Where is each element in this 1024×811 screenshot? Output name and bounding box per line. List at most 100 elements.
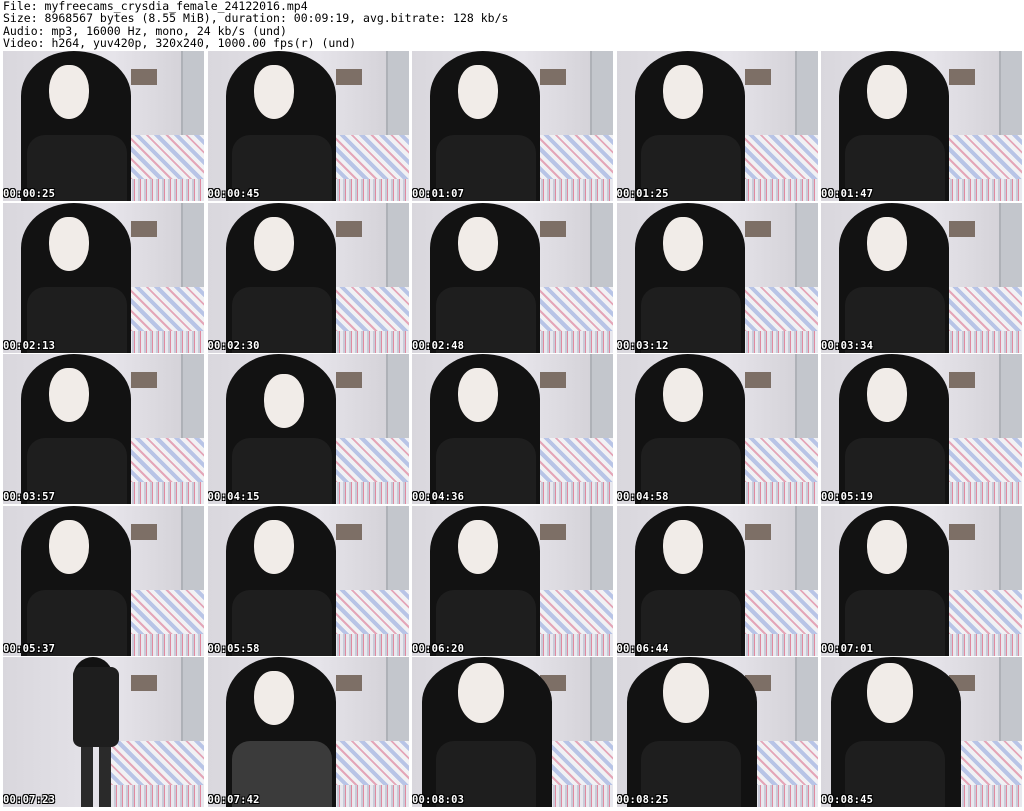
video-frame-thumbnail: 00:01:47: [821, 51, 1022, 201]
video-frame-thumbnail: 00:07:42: [207, 657, 409, 807]
video-info-line: Video: h264, yuv420p, 320x240, 1000.00 f…: [3, 35, 357, 50]
frame-timestamp: 00:03:12: [616, 339, 669, 352]
frame-timestamp: 00:07:23: [3, 794, 56, 806]
frame-scene-face: [662, 216, 703, 271]
frame-scene-body-top: [73, 667, 119, 747]
frame-scene-face: [49, 65, 89, 119]
frame-scene-face: [458, 65, 498, 119]
frame-scene-wall-poster: [335, 372, 362, 388]
file-info-header: File: myfreecams_crysdia_female_24122016…: [3, 0, 1021, 49]
frame-timestamp: 00:01:07: [412, 188, 465, 200]
frame-scene-wall-poster: [744, 69, 771, 85]
video-frame-thumbnail: 00:05:37: [3, 505, 204, 656]
frame-timestamp: 00:00:25: [3, 188, 56, 200]
frame-scene-face: [263, 374, 304, 428]
video-frame-thumbnail: 00:04:15: [207, 354, 409, 504]
frame-timestamp: 00:07:42: [207, 794, 260, 806]
frame-scene-wall-poster: [949, 523, 975, 540]
frame-scene-wall-poster: [540, 69, 566, 85]
video-frame-thumbnail: 00:04:36: [412, 354, 613, 504]
frame-scene-face: [253, 216, 294, 271]
frame-scene-wall-poster: [131, 69, 157, 85]
frame-scene-face: [867, 216, 907, 271]
frame-timestamp: 00:02:48: [412, 339, 465, 352]
frame-scene-face: [662, 65, 703, 119]
video-frame-thumbnail: 00:05:19: [821, 354, 1022, 504]
frame-timestamp: 00:01:25: [616, 188, 669, 200]
frame-scene-face: [867, 65, 907, 119]
frame-timestamp: 00:05:19: [821, 491, 874, 503]
video-frame-thumbnail: 00:00:25: [3, 51, 204, 201]
video-frame-thumbnail: 00:08:03: [412, 657, 613, 807]
video-frame-thumbnail: 00:06:44: [616, 505, 818, 656]
frame-scene-wall-poster: [744, 220, 771, 237]
frame-scene-wall-poster: [949, 372, 975, 388]
frame-timestamp: 00:07:01: [821, 642, 874, 655]
thumbnail-grid: 00:00:25 00:00:45 00:01:07 00:01:25 00:01:47…: [3, 51, 1023, 811]
frame-scene-face: [458, 216, 498, 271]
video-frame-thumbnail: 00:01:25: [616, 51, 818, 201]
video-frame-thumbnail: 00:00:45: [207, 51, 409, 201]
frame-timestamp: 00:03:57: [3, 491, 56, 503]
frame-timestamp: 00:01:47: [821, 188, 874, 200]
frame-scene-wall-poster: [335, 523, 362, 540]
frame-scene-wall-poster: [335, 220, 362, 237]
video-frame-thumbnail: 00:08:45: [821, 657, 1022, 807]
video-frame-thumbnail: 00:06:20: [412, 505, 613, 656]
frame-scene-wall-poster: [744, 523, 771, 540]
frame-scene-face: [49, 216, 89, 271]
frame-timestamp: 00:02:30: [207, 339, 260, 352]
frame-scene-wall-poster: [949, 220, 975, 237]
frame-scene-face: [458, 519, 498, 574]
frame-timestamp: 00:08:45: [821, 794, 874, 806]
frame-timestamp: 00:05:58: [207, 642, 260, 655]
frame-scene-face: [253, 65, 294, 119]
video-frame-thumbnail: 00:03:34: [821, 202, 1022, 353]
frame-scene-face: [458, 663, 504, 723]
frame-timestamp: 00:08:25: [616, 794, 669, 806]
frame-timestamp: 00:04:15: [207, 491, 260, 503]
frame-scene-face: [662, 663, 709, 723]
video-frame-thumbnail: 00:03:12: [616, 202, 818, 353]
frame-timestamp: 00:04:36: [412, 491, 465, 503]
frame-scene-face: [867, 663, 913, 723]
frame-scene-bed: [99, 741, 204, 785]
frame-timestamp: 00:05:37: [3, 642, 56, 655]
frame-scene-wall-poster: [335, 69, 362, 85]
frame-scene-wall-poster: [131, 523, 157, 540]
frame-scene-bed-skirt: [99, 785, 204, 807]
frame-scene-face: [867, 368, 907, 422]
frame-scene-wall-poster: [131, 372, 157, 388]
frame-scene-wall-poster: [540, 372, 566, 388]
frame-scene-wall-poster: [540, 220, 566, 237]
frame-scene-face: [49, 368, 89, 422]
frame-scene-wall-poster: [131, 220, 157, 237]
file-size-line: Size: 8968567 bytes (8.55 MiB), duration…: [3, 11, 509, 26]
frame-timestamp: 00:03:34: [821, 339, 874, 352]
frame-timestamp: 00:06:20: [412, 642, 465, 655]
frame-scene-face: [662, 368, 703, 422]
frame-scene-face: [867, 519, 907, 574]
video-frame-thumbnail: 00:02:48: [412, 202, 613, 353]
frame-scene-wall-poster: [335, 675, 362, 691]
video-frame-thumbnail: 00:01:07: [412, 51, 613, 201]
frame-scene-face: [253, 519, 294, 574]
video-frame-thumbnail: 00:04:58: [616, 354, 818, 504]
video-frame-thumbnail: 00:02:30: [207, 202, 409, 353]
frame-timestamp: 00:02:13: [3, 339, 56, 352]
frame-scene-face: [458, 368, 498, 422]
video-frame-thumbnail: 00:07:01: [821, 505, 1022, 656]
frame-scene-wall-poster: [131, 675, 157, 691]
video-frame-thumbnail: 00:07:23: [3, 657, 204, 807]
frame-scene-wall-poster: [540, 523, 566, 540]
frame-scene-legs: [81, 747, 111, 807]
video-frame-thumbnail: 00:08:25: [616, 657, 818, 807]
video-frame-thumbnail: 00:02:13: [3, 202, 204, 353]
frame-timestamp: 00:04:58: [616, 491, 669, 503]
frame-scene-wall-poster: [744, 372, 771, 388]
frame-scene-face: [662, 519, 703, 574]
frame-scene-wall-poster: [949, 69, 975, 85]
frame-timestamp: 00:06:44: [616, 642, 669, 655]
frame-scene-face: [49, 519, 89, 574]
video-frame-thumbnail: 00:05:58: [207, 505, 409, 656]
